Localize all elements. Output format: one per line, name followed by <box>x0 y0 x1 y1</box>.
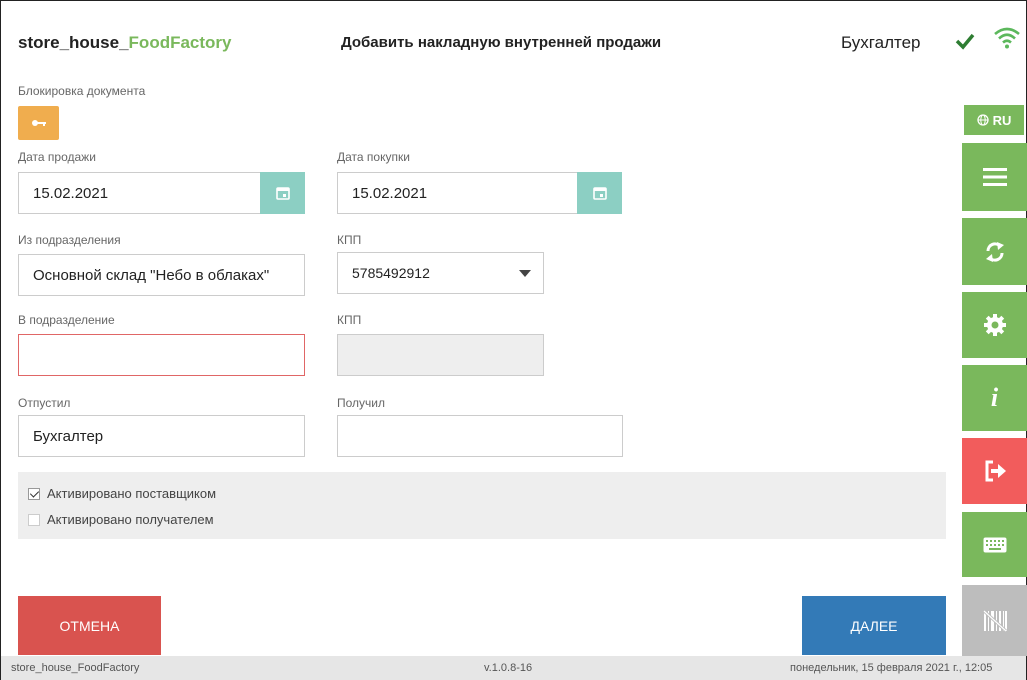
sale-date-input[interactable]: 15.02.2021 <box>18 172 261 214</box>
logout-icon <box>985 460 1006 482</box>
settings-button[interactable] <box>962 292 1027 358</box>
language-label: RU <box>992 112 1012 128</box>
status-bar: store_house_FoodFactory v.1.0.8-16 понед… <box>1 656 1026 680</box>
activated-recipient-checkbox[interactable]: Активировано получателем <box>28 512 214 527</box>
keyboard-button[interactable] <box>962 512 1027 577</box>
calendar-icon <box>592 187 607 200</box>
released-input[interactable]: Бухгалтер <box>18 415 305 457</box>
user-name[interactable]: Бухгалтер <box>841 33 921 53</box>
received-label: Получил <box>337 396 385 410</box>
barcode-off-icon <box>982 609 1007 632</box>
sync-button[interactable] <box>962 218 1027 285</box>
logout-button[interactable] <box>962 438 1027 504</box>
purchase-date-label: Дата покупки <box>337 150 410 164</box>
key-icon <box>31 120 46 126</box>
info-icon: i <box>990 383 999 412</box>
calendar-icon <box>275 187 290 200</box>
sync-icon <box>985 241 1004 262</box>
wifi-icon <box>994 27 1020 49</box>
purchase-date-calendar-button[interactable] <box>577 172 622 214</box>
lock-button[interactable] <box>18 106 59 140</box>
keyboard-icon <box>983 537 1006 552</box>
to-division-input[interactable] <box>18 334 305 376</box>
kpp-label-2: КПП <box>337 313 362 327</box>
from-division-label: Из подразделения <box>18 233 121 247</box>
language-button[interactable]: RU <box>964 105 1024 135</box>
activation-panel: Активировано поставщиком Активировано по… <box>18 472 946 539</box>
purchase-date-input[interactable]: 15.02.2021 <box>337 172 578 214</box>
footer-app-name: store_house_FoodFactory <box>11 662 140 674</box>
header-bar: store_house_FoodFactory Добавить накладн… <box>1 1 1026 76</box>
next-button[interactable]: ДАЛЕЕ <box>802 596 946 655</box>
activated-recipient-label: Активировано получателем <box>47 512 214 527</box>
page-title: Добавить накладную внутренней продажи <box>341 34 662 51</box>
globe-icon <box>976 114 989 126</box>
check-icon <box>955 33 975 50</box>
kpp-disabled-field <box>337 334 544 376</box>
footer-datetime: понедельник, 15 февраля 2021 г., 12:05 <box>790 662 993 674</box>
kpp-label-1: КПП <box>337 233 362 247</box>
to-division-label: В подразделение <box>18 313 115 327</box>
kpp-select[interactable]: 5785492912 <box>337 252 544 294</box>
lock-label: Блокировка документа <box>18 84 146 98</box>
footer-version: v.1.0.8-16 <box>484 662 533 674</box>
app-title: store_house_FoodFactory <box>18 33 232 52</box>
checkbox-checked[interactable] <box>28 487 40 500</box>
barcode-button[interactable] <box>962 585 1027 656</box>
kpp-select-value: 5785492912 <box>352 265 430 281</box>
chevron-down-icon <box>519 270 531 277</box>
activated-supplier-checkbox[interactable]: Активировано поставщиком <box>28 486 216 501</box>
gear-icon <box>983 314 1006 336</box>
sale-date-calendar-button[interactable] <box>260 172 305 214</box>
menu-icon <box>982 168 1007 186</box>
cancel-button[interactable]: ОТМЕНА <box>18 596 161 655</box>
received-input[interactable] <box>337 415 623 457</box>
released-label: Отпустил <box>18 396 71 410</box>
checkbox-unchecked[interactable] <box>28 513 40 526</box>
sale-date-label: Дата продажи <box>18 150 96 164</box>
activated-supplier-label: Активировано поставщиком <box>47 486 217 501</box>
from-division-input[interactable]: Основной склад "Небо в облаках" <box>18 254 305 296</box>
info-button[interactable]: i <box>962 365 1027 431</box>
menu-button[interactable] <box>962 143 1027 211</box>
